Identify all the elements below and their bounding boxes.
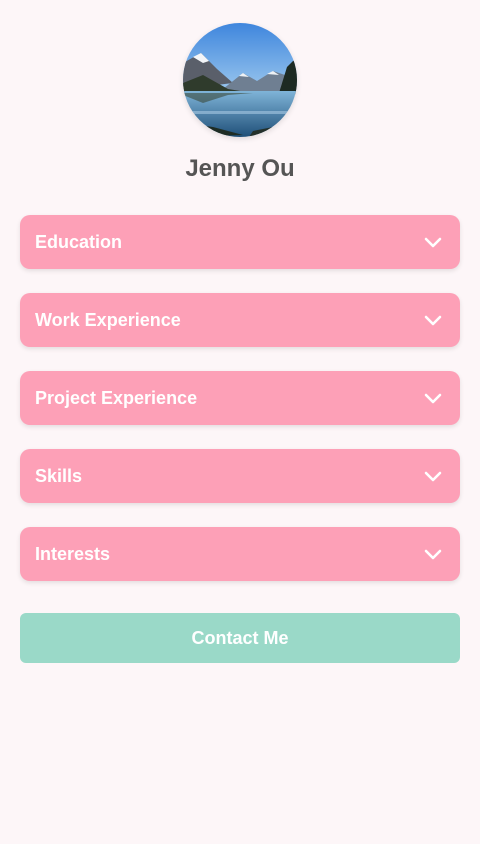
section-label: Project Experience: [35, 388, 198, 408]
section-project-experience[interactable]: Project Experience: [20, 371, 460, 425]
chevron-down-icon: [424, 315, 442, 326]
section-education[interactable]: Education: [20, 215, 460, 269]
section-label: Interests: [35, 544, 111, 564]
contact-me-button[interactable]: Contact Me: [20, 613, 460, 663]
profile-name: Jenny Ou: [185, 155, 295, 182]
section-label: Education: [35, 232, 123, 252]
chevron-down-icon: [424, 471, 442, 482]
avatar: [183, 23, 297, 137]
chevron-down-icon: [424, 237, 442, 248]
section-label: Work Experience: [35, 310, 181, 330]
chevron-down-icon: [424, 393, 442, 404]
section-work-experience[interactable]: Work Experience: [20, 293, 460, 347]
section-interests[interactable]: Interests: [20, 527, 460, 581]
section-label: Skills: [35, 466, 83, 486]
profile-photo: [183, 23, 297, 137]
chevron-down-icon: [424, 549, 442, 560]
section-skills[interactable]: Skills: [20, 449, 460, 503]
